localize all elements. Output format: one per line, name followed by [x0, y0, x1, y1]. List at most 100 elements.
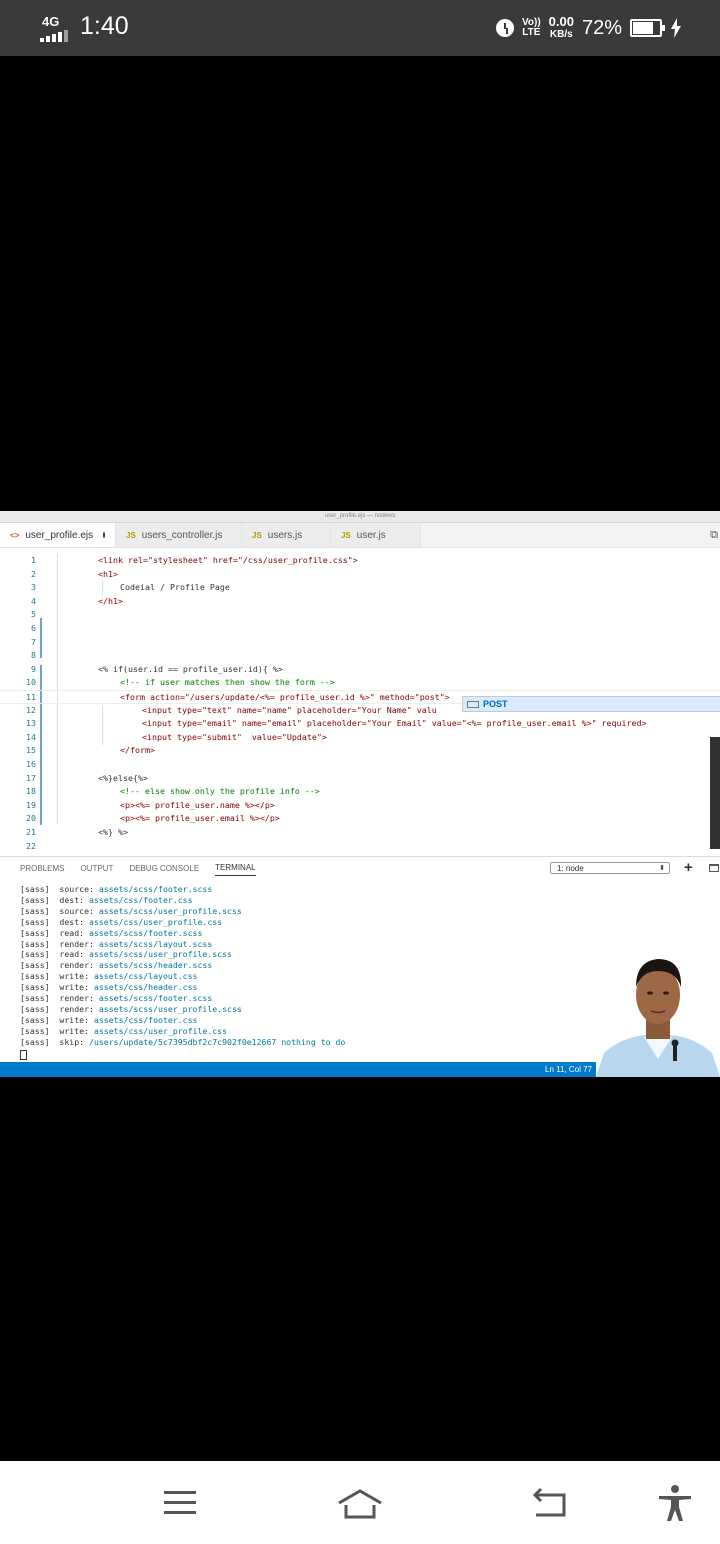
terminal-line: [sass] skip: /users/update/5c7395dbf2c7c…: [20, 1036, 346, 1047]
terminal-line: [sass] write: assets/css/header.css: [20, 982, 198, 993]
editor-tabs: <> user_profile.ejs JS users_controller.…: [0, 523, 720, 548]
code-text: <% if(user.id == profile_user.id){ %>: [98, 663, 283, 674]
home-icon[interactable]: [336, 1483, 384, 1523]
unsaved-dot-icon: [103, 532, 105, 538]
cursor-position[interactable]: Ln 11, Col 77: [545, 1062, 592, 1077]
code-line[interactable]: 20 <p><%= profile_user.email %></p>: [0, 812, 720, 826]
split-terminal-icon[interactable]: [709, 864, 719, 872]
code-text: <%} %>: [98, 827, 128, 837]
terminal-line: [sass] render: assets/scss/header.scss: [20, 960, 213, 971]
tab-label: user_profile.ejs: [25, 529, 94, 541]
code-line[interactable]: 8: [0, 649, 720, 663]
plus-icon[interactable]: +: [684, 859, 693, 876]
code-line[interactable]: 7: [0, 636, 720, 650]
code-text: <p><%= profile_user.email %></p>: [120, 813, 280, 824]
code-text: <%}else{%>: [98, 772, 148, 783]
line-number: 9: [31, 663, 36, 674]
terminal-line: [sass] source: assets/scss/user_profile.…: [20, 905, 242, 916]
presenter-video: [596, 941, 720, 1077]
code-line[interactable]: 17 <%}else{%>: [0, 772, 720, 786]
code-line[interactable]: 2 <h1>: [0, 568, 720, 582]
back-icon[interactable]: [530, 1483, 570, 1523]
code-text: <!-- else show only the profile info -->: [120, 786, 320, 797]
status-bar: 4G 1:40 Vo)) LTE 0.00 KB/s 72%: [0, 0, 720, 56]
terminal-line: [sass] source: assets/scss/footer.scss: [20, 884, 213, 894]
code-line[interactable]: 21 <%} %>: [0, 826, 720, 840]
tab-debug-console[interactable]: DEBUG CONSOLE: [129, 861, 199, 876]
signal-icon: 4G: [40, 14, 76, 42]
line-number: 2: [31, 568, 36, 579]
terminal-select[interactable]: 1: node ⬍: [550, 862, 670, 874]
code-line[interactable]: 1 <link rel="stylesheet" href="/css/user_…: [0, 554, 720, 568]
code-text: <!-- if user matches then show the form …: [120, 677, 335, 688]
code-text: <input type="submit" value="Update">: [142, 731, 327, 742]
code-line[interactable]: 18 <!-- else show only the profile info -…: [0, 785, 720, 799]
code-line[interactable]: 16: [0, 758, 720, 772]
line-number: 14: [26, 731, 36, 742]
line-number: 13: [26, 718, 36, 729]
line-number: 16: [26, 759, 36, 769]
line-number: 11: [26, 692, 36, 702]
video-frame[interactable]: user_profile.ejs — nodews <> user_profil…: [0, 511, 720, 1077]
terminal-line: [sass] render: assets/scss/layout.scss: [20, 938, 213, 949]
code-line[interactable]: 6: [0, 622, 720, 636]
line-number: 4: [31, 595, 36, 606]
code-text: Codeial / Profile Page: [120, 582, 230, 593]
terminal-line: [sass] dest: assets/css/footer.css: [20, 894, 193, 905]
tab-label: users.js: [267, 529, 303, 541]
code-line[interactable]: 3 Codeial / Profile Page: [0, 581, 720, 595]
code-line[interactable]: 15 </form>: [0, 744, 720, 758]
tab-user-js[interactable]: JS user.js: [331, 523, 421, 547]
code-text: <p><%= profile_user.name %></p>: [120, 799, 275, 810]
code-line[interactable]: 22: [0, 840, 720, 854]
code-text: <link rel="stylesheet" href="/css/user_p…: [98, 555, 358, 565]
network-type: 4G: [42, 14, 60, 29]
tab-output[interactable]: OUTPUT: [80, 861, 113, 876]
terminal-output[interactable]: [sass] source: assets/scss/footer.scss [s…: [20, 884, 345, 1048]
code-line[interactable]: 13 <input type="email" name="email" place…: [0, 717, 720, 731]
tab-user-profile-ejs[interactable]: <> user_profile.ejs: [0, 523, 116, 547]
line-number: 7: [31, 636, 36, 647]
line-number: 17: [26, 772, 36, 783]
terminal-line: [sass] dest: assets/css/user_profile.css: [20, 916, 223, 927]
code-text: <input type="email" name="email" placeho…: [142, 718, 647, 729]
line-number: 6: [31, 623, 36, 633]
line-number: 20: [26, 813, 36, 824]
terminal-line: [sass] render: assets/scss/user_profile.…: [20, 1003, 242, 1014]
line-number: 21: [26, 827, 36, 837]
line-number: 19: [26, 799, 36, 810]
code-line[interactable]: 19 <p><%= profile_user.name %></p>: [0, 799, 720, 813]
tab-terminal[interactable]: TERMINAL: [215, 860, 256, 876]
terminal-line: [sass] read: assets/scss/user_profile.sc…: [20, 949, 232, 960]
code-text: <input type="text" name="name" placehold…: [142, 704, 437, 715]
chevron-down-icon: ⬍: [659, 865, 665, 872]
code-line[interactable]: 4 </h1>: [0, 595, 720, 609]
js-file-icon: JS: [341, 530, 351, 540]
code-line[interactable]: 10 <!-- if user matches then show the for…: [0, 676, 720, 690]
editor-scrollbar[interactable]: [710, 737, 720, 849]
charging-icon: [671, 18, 681, 38]
code-line[interactable]: 9 <% if(user.id == profile_user.id){ %>: [0, 663, 720, 677]
terminal-line: [sass] render: assets/scss/footer.scss: [20, 993, 213, 1004]
tab-users-controller-js[interactable]: JS users_controller.js: [116, 523, 242, 547]
split-editor-icon[interactable]: ⧉: [710, 529, 718, 542]
accessibility-icon[interactable]: [655, 1483, 695, 1523]
battery-icon: [630, 19, 665, 37]
autocomplete-suggestion[interactable]: POST: [462, 696, 720, 712]
line-number: 3: [31, 582, 36, 593]
line-number: 12: [26, 704, 36, 715]
code-line[interactable]: 14 <input type="submit" value="Update">: [0, 731, 720, 745]
code-text: </form>: [120, 745, 155, 756]
terminal-cursor: [20, 1050, 27, 1060]
navigation-bar: [0, 1461, 720, 1544]
html-file-icon: <>: [10, 530, 20, 540]
clock: 1:40: [80, 12, 129, 40]
line-number: 18: [26, 786, 36, 797]
line-number: 15: [26, 745, 36, 756]
menu-icon[interactable]: [160, 1483, 200, 1523]
js-file-icon: JS: [252, 530, 262, 540]
code-line[interactable]: 5: [0, 608, 720, 622]
code-editor[interactable]: 1 <link rel="stylesheet" href="/css/user_…: [0, 548, 720, 858]
tab-problems[interactable]: PROBLEMS: [20, 861, 64, 876]
tab-users-js[interactable]: JS users.js: [242, 523, 331, 547]
